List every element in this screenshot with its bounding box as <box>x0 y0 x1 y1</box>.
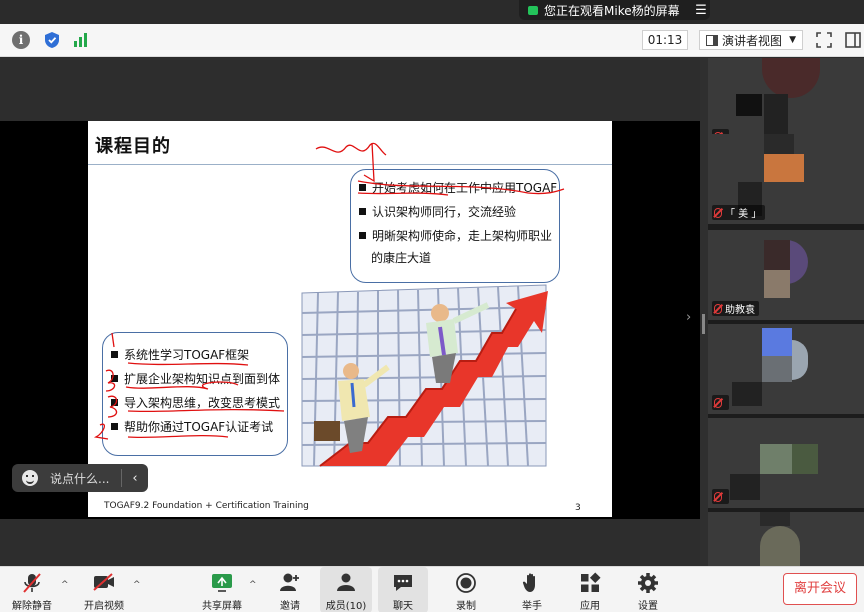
participant-tile[interactable] <box>708 324 864 414</box>
members-icon <box>337 573 355 591</box>
chat-label: 聊天 <box>393 601 413 612</box>
shield-icon[interactable] <box>43 31 61 49</box>
video-off-icon <box>93 573 114 591</box>
signal-icon[interactable] <box>72 31 90 49</box>
record-icon <box>456 573 476 593</box>
share-screen-button[interactable]: 共享屏幕 <box>196 567 248 612</box>
info-icon[interactable]: i <box>12 31 30 49</box>
chat-button[interactable]: 聊天 <box>378 567 428 612</box>
share-screen-icon <box>212 574 232 592</box>
avatar <box>760 526 800 566</box>
chevron-down-icon: ▼ <box>789 35 796 45</box>
start-video-button[interactable]: 开启视频 <box>78 567 130 612</box>
layout-icon <box>706 34 718 46</box>
avatar <box>762 58 820 98</box>
mic-muted-icon <box>714 491 722 502</box>
chevron-up-icon[interactable]: ^ <box>133 580 141 590</box>
participant-tile[interactable]: 助教袁 <box>708 230 864 320</box>
record-label: 录制 <box>456 601 476 612</box>
raise-hand-button[interactable]: 举手 <box>510 567 554 612</box>
chat-placeholder[interactable]: 说点什么... <box>50 470 121 487</box>
chevron-left-icon[interactable]: ‹ <box>122 471 148 486</box>
annotation-scribbles <box>93 142 565 440</box>
participant-name: 「 美 」 <box>712 205 766 220</box>
camera-icon <box>528 5 538 15</box>
invite-label: 邀请 <box>280 601 300 612</box>
participant-tile[interactable] <box>708 418 864 508</box>
settings-label: 设置 <box>638 601 658 612</box>
share-banner[interactable]: 您正在观看Mike杨的屏幕 ☰ <box>519 0 710 20</box>
mic-muted-icon <box>714 397 722 408</box>
members-label: 成员(10) <box>325 601 367 612</box>
share-screen-label: 共享屏幕 <box>202 601 242 612</box>
slide-page-number: 3 <box>575 503 581 513</box>
avatar <box>760 444 792 474</box>
view-mode-label: 演讲者视图 <box>722 33 783 48</box>
participant-name: 助教袁 <box>712 301 759 316</box>
participant-name <box>712 395 729 410</box>
add-user-icon <box>280 573 299 591</box>
view-mode-button[interactable]: 演讲者视图 ▼ <box>699 30 803 50</box>
sidebar-toggle-icon[interactable] <box>844 31 862 49</box>
leave-meeting-button[interactable]: 离开会议 <box>783 573 857 605</box>
share-banner-text: 您正在观看Mike杨的屏幕 <box>544 3 680 18</box>
participant-tile[interactable]: 「 美 」 <box>708 134 864 224</box>
mic-off-icon <box>23 573 41 593</box>
invite-button[interactable]: 邀请 <box>268 567 312 612</box>
presentation-slide: 课程目的 开始考虑如何在工作中应用TOGAF 认识架构师同行，交流经验 明晰架构… <box>88 121 612 517</box>
drag-handle[interactable] <box>702 314 705 334</box>
unmute-button[interactable]: 解除静音 <box>6 567 58 612</box>
chevron-up-icon[interactable]: ^ <box>61 580 69 590</box>
mic-muted-icon <box>714 303 722 314</box>
settings-button[interactable]: 设置 <box>626 567 670 612</box>
participant-name <box>712 489 729 504</box>
unmute-label: 解除静音 <box>12 601 52 612</box>
chevron-up-icon[interactable]: ^ <box>249 580 257 590</box>
slide-footer: TOGAF9.2 Foundation + Certification Trai… <box>104 501 309 511</box>
apps-label: 应用 <box>580 601 600 612</box>
avatar <box>764 154 804 182</box>
gear-icon <box>638 573 658 593</box>
members-button[interactable]: 成员(10) <box>320 567 372 612</box>
emoji-icon[interactable] <box>22 470 38 486</box>
record-button[interactable]: 录制 <box>444 567 488 612</box>
participant-tile[interactable] <box>708 512 864 566</box>
fullscreen-icon[interactable] <box>815 31 833 49</box>
meeting-timer: 01:13 <box>642 30 688 50</box>
apps-icon <box>581 572 601 592</box>
panel-splitter[interactable]: › <box>686 58 708 566</box>
chevron-right-icon[interactable]: › <box>686 310 691 325</box>
bottom-toolbar: 解除静音 ^ 开启视频 ^ 共享屏幕 ^ 邀请 成员(10) 聊天 录制 举手 … <box>0 566 864 612</box>
participants-panel: 「 美 」 助教袁 <box>708 58 864 566</box>
chat-input-pill[interactable]: 说点什么... ‹ <box>12 464 148 492</box>
raise-hand-label: 举手 <box>522 601 542 612</box>
meeting-window: 您正在观看Mike杨的屏幕 ☰ i 01:13 演讲者视图 ▼ 课程目的 开始考… <box>0 0 864 612</box>
menu-icon[interactable]: ☰ <box>692 3 710 18</box>
start-video-label: 开启视频 <box>84 601 124 612</box>
mic-muted-icon <box>714 207 722 218</box>
hand-icon <box>522 573 535 592</box>
avatar <box>762 328 792 356</box>
chat-icon <box>394 575 412 591</box>
apps-button[interactable]: 应用 <box>568 567 612 612</box>
top-toolbar: i 01:13 演讲者视图 ▼ <box>0 24 864 57</box>
